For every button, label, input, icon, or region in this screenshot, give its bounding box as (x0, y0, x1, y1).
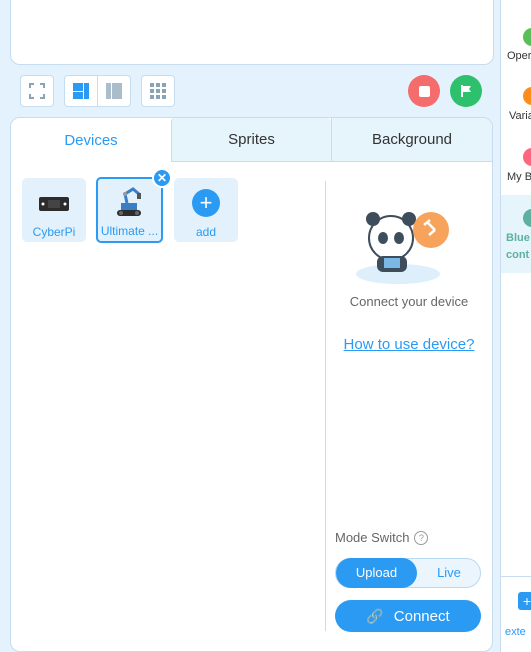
layout-small-stage-button[interactable] (64, 75, 98, 107)
panel-tabs: Devices Sprites Background (11, 118, 492, 162)
connect-button[interactable]: 🔗 Connect (335, 600, 481, 632)
extension-button[interactable]: + (518, 592, 531, 610)
layout-small-stage-icon (73, 83, 89, 99)
help-link[interactable]: How to use device? (327, 336, 491, 353)
device-label: Ultimate ... (100, 224, 159, 238)
stop-icon (418, 85, 430, 97)
panda-connect-illustration (356, 212, 449, 284)
tab-sprites[interactable]: Sprites (171, 118, 331, 162)
grid-view-button[interactable] (141, 75, 175, 107)
sidebar-bottom-divider (501, 576, 531, 577)
add-device-button[interactable]: + add (174, 178, 238, 242)
category-operators[interactable]: Oper (507, 50, 531, 62)
category-variables[interactable]: Varia (509, 110, 531, 122)
stop-button[interactable] (408, 75, 440, 107)
cyberpi-device-icon (39, 197, 69, 211)
category-my-blocks[interactable]: My B (507, 171, 531, 183)
plus-icon: + (192, 189, 220, 217)
help-icon[interactable]: ? (414, 530, 429, 545)
remove-device-button[interactable]: ✕ (152, 168, 172, 188)
variables-dot-icon (523, 87, 531, 105)
connect-hint: Connect your device (349, 294, 469, 309)
device-card-cyberpi[interactable]: CyberPi (22, 178, 86, 242)
panel-divider (325, 181, 326, 631)
mode-upload-button[interactable]: Upload (336, 558, 417, 588)
mode-switch-label: Mode Switch (335, 530, 410, 545)
layout-large-stage-icon (106, 83, 122, 99)
extension-label: exte (505, 626, 526, 638)
fullscreen-icon (29, 83, 45, 99)
tab-devices[interactable]: Devices (11, 118, 171, 162)
category-bluetooth-active[interactable]: Blue cont (501, 195, 531, 273)
tab-background[interactable]: Background (331, 118, 492, 162)
fullscreen-button[interactable] (20, 75, 54, 107)
devices-panel: Devices Sprites Background CyberPi Ultim… (10, 117, 493, 652)
block-category-sidebar: Oper Varia My B Blue cont + exte (500, 0, 531, 652)
close-icon: ✕ (156, 171, 168, 185)
add-label: add (195, 225, 217, 239)
mode-live-button[interactable]: Live (418, 559, 480, 587)
device-label: CyberPi (32, 225, 76, 239)
grid-icon (150, 83, 166, 99)
link-icon: 🔗 (366, 607, 384, 624)
operators-dot-icon (523, 28, 531, 46)
ultimate-robot-icon (117, 187, 141, 216)
myblocks-dot-icon (523, 148, 531, 166)
connect-label: Connect (393, 607, 450, 625)
stage-canvas (10, 0, 494, 65)
category-bluetooth-label: Blue (506, 232, 530, 244)
green-flag-button[interactable] (450, 75, 482, 107)
bluetooth-dot-icon (523, 209, 531, 227)
layout-large-stage-button[interactable] (97, 75, 131, 107)
mode-switch: Upload Live (335, 558, 481, 588)
mode-switch-header: Mode Switch ? (335, 530, 429, 545)
category-bluetooth-label2: cont (506, 249, 530, 261)
device-card-ultimate[interactable]: Ultimate ... ✕ (96, 168, 172, 243)
flag-icon (461, 85, 471, 97)
